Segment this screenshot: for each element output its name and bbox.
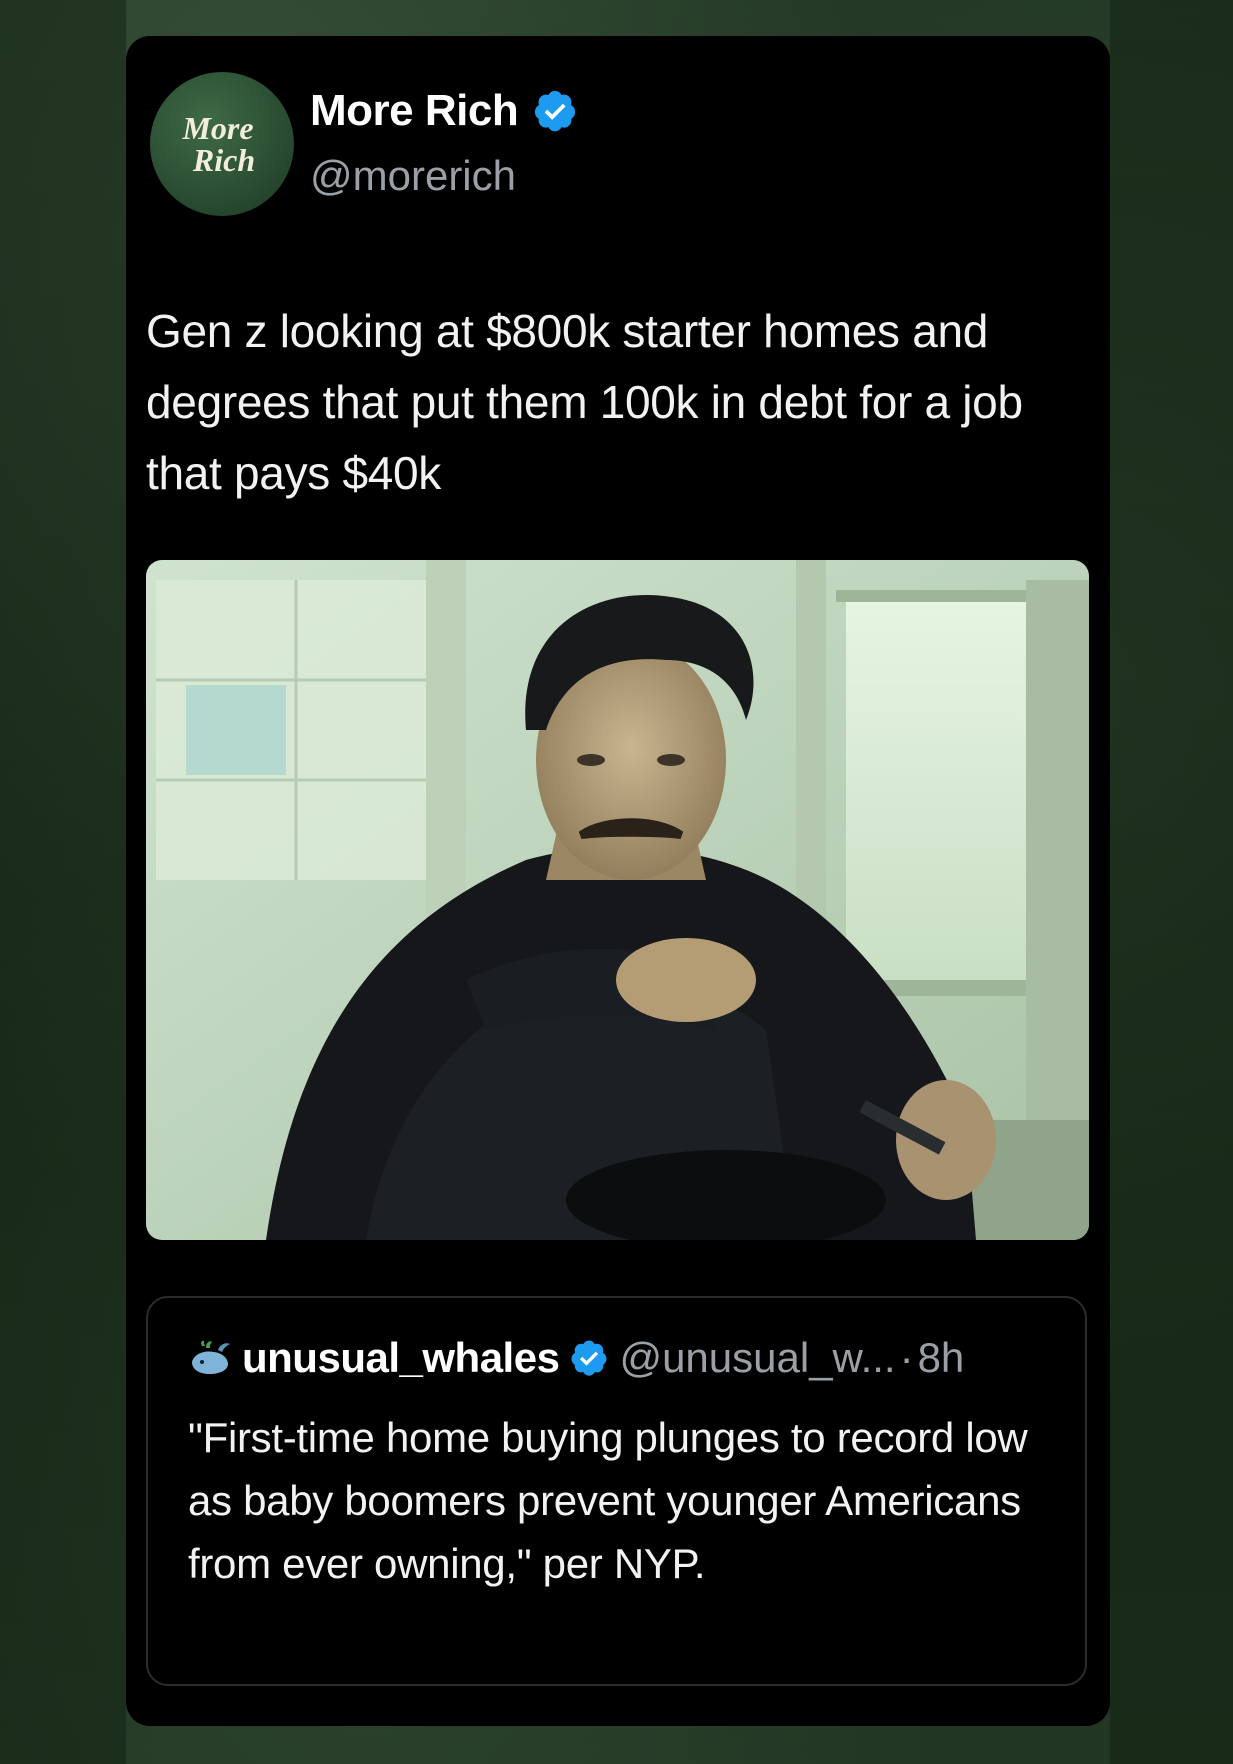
tweet-header: More Rich More Rich @morerich: [150, 72, 1050, 222]
dot-separator: ·: [899, 1334, 914, 1381]
quoted-display-name[interactable]: unusual_whales: [242, 1334, 560, 1382]
quoted-tweet[interactable]: unusual_whales @unusual_w... · 8h "First…: [146, 1296, 1087, 1686]
verified-badge-icon: [571, 1340, 607, 1376]
name-row: More Rich: [310, 86, 578, 136]
background-block: [0, 0, 126, 1764]
avatar[interactable]: More Rich: [150, 72, 294, 216]
handle[interactable]: @morerich: [310, 152, 516, 200]
tweet-text: Gen z looking at $800k starter homes and…: [146, 305, 1023, 499]
quoted-tweet-text: "First-time home buying plunges to recor…: [188, 1414, 1028, 1587]
whale-icon: [192, 1340, 230, 1374]
background-block: [1110, 0, 1233, 1764]
avatar-logo-text: More: [182, 110, 254, 146]
quoted-timestamp[interactable]: 8h: [918, 1334, 965, 1382]
quoted-tweet-header: unusual_whales @unusual_w... · 8h: [188, 1334, 964, 1382]
display-name[interactable]: More Rich: [310, 86, 519, 136]
quoted-handle[interactable]: @unusual_w...: [619, 1334, 895, 1382]
media-illustration: [146, 560, 1089, 1240]
tweet-media-image[interactable]: [146, 560, 1089, 1240]
verified-badge-icon: [535, 90, 576, 132]
tweet-card[interactable]: More Rich More Rich @morerich Gen z look…: [126, 36, 1110, 1726]
avatar-logo-text: Rich: [192, 142, 256, 178]
